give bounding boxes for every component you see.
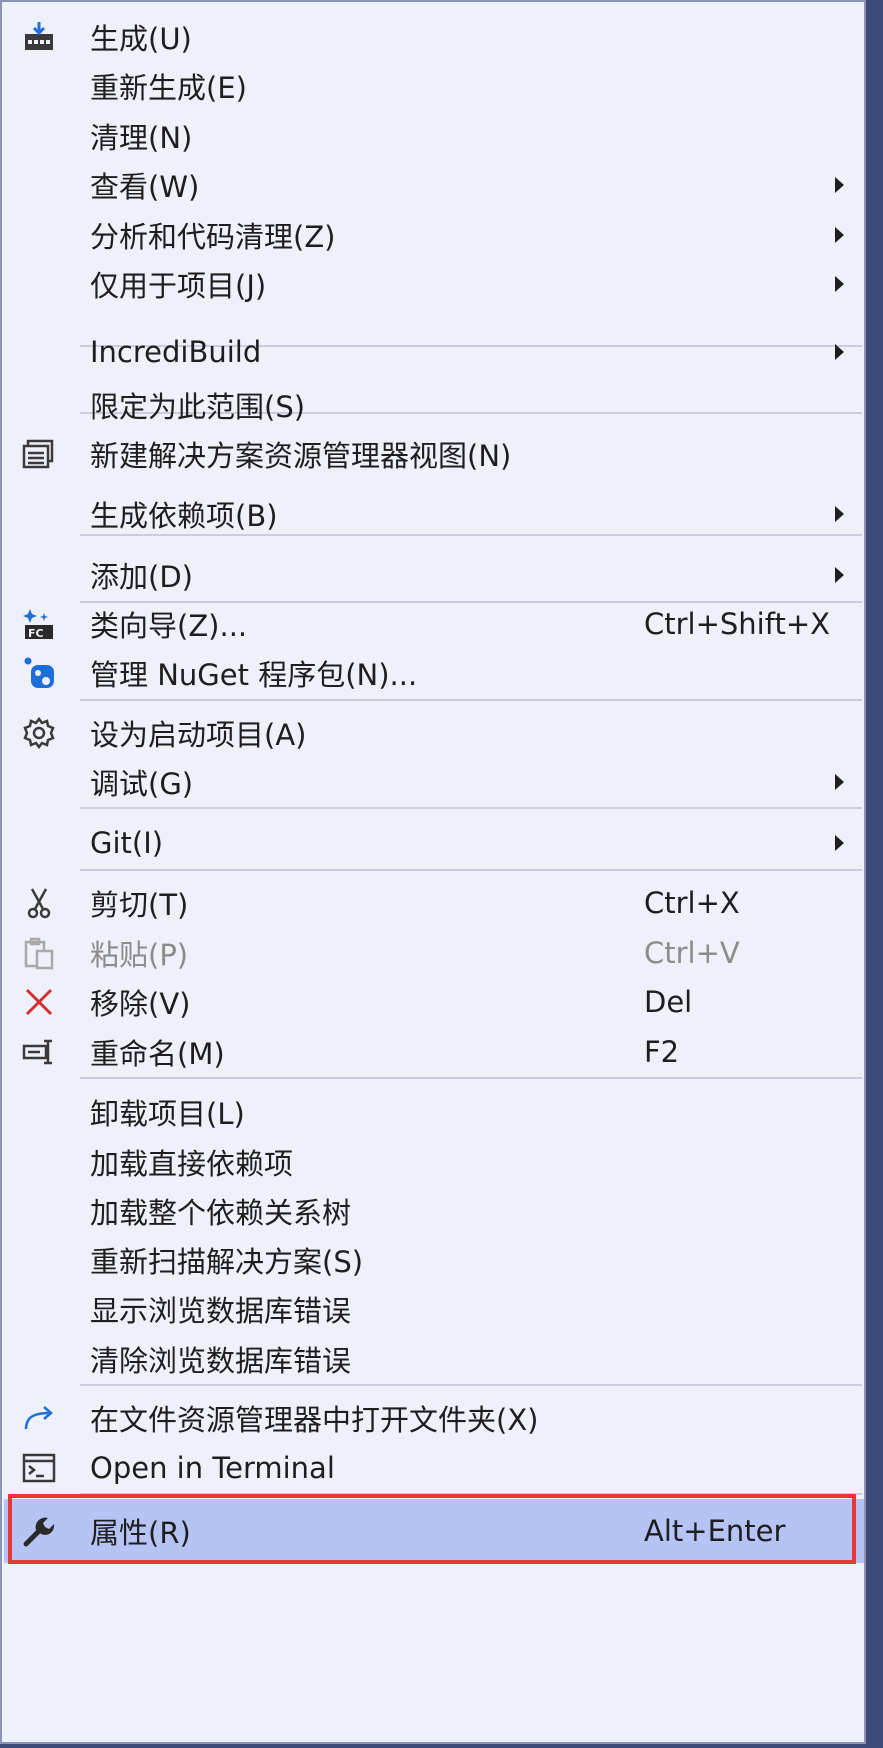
menu-item-new-solution-view[interactable]: 新建解决方案资源管理器视图(N) <box>4 428 864 480</box>
svg-text:FC: FC <box>28 627 44 640</box>
menu-item-rescan-solution[interactable]: 重新扫描解决方案(S) <box>4 1234 864 1286</box>
menu-item-load-direct-deps[interactable]: 加载直接依赖项 <box>4 1136 864 1188</box>
gear-icon <box>20 714 58 752</box>
menu-item-label: 属性(R) <box>90 1516 191 1550</box>
menu-item-label: 清除浏览数据库错误 <box>90 1344 352 1378</box>
menu-item-label: 设为启动项目(A) <box>90 718 307 752</box>
menu-item-manage-nuget[interactable]: 管理 NuGet 程序包(N)... <box>4 647 864 699</box>
menu-item-label: 类向导(Z)... <box>90 609 248 643</box>
menu-item-label: 重新扫描解决方案(S) <box>90 1245 364 1279</box>
menu-item-label: 加载直接依赖项 <box>90 1147 294 1181</box>
menu-item-show-browse-db-errors[interactable]: 显示浏览数据库错误 <box>4 1283 864 1335</box>
menu-item-label: 调试(G) <box>90 767 194 801</box>
menu-item-label: Open in Terminal <box>90 1451 335 1485</box>
menu-item-unload-project[interactable]: 卸载项目(L) <box>4 1086 864 1138</box>
menu-item-build[interactable]: 生成(U) <box>4 11 864 63</box>
menu-item-label: 生成依赖项(B) <box>90 499 278 533</box>
menu-separator <box>80 869 862 871</box>
menu-item-open-in-terminal[interactable]: Open in Terminal <box>4 1442 864 1494</box>
menu-item-class-wizard[interactable]: FC 类向导(Z)... Ctrl+Shift+X <box>4 598 864 650</box>
menu-item-open-in-explorer[interactable]: 在文件资源管理器中打开文件夹(X) <box>4 1392 864 1444</box>
menu-item-clean[interactable]: 清理(N) <box>4 110 864 162</box>
menu-item-label: 管理 NuGet 程序包(N)... <box>90 658 418 692</box>
submenu-arrow-icon <box>835 227 844 243</box>
menu-item-build-dependencies[interactable]: 生成依赖项(B) <box>4 488 864 540</box>
submenu-arrow-icon <box>835 344 844 360</box>
open-folder-arrow-icon <box>20 1399 58 1437</box>
menu-item-scope-to-this[interactable]: 限定为此范围(S) <box>4 379 864 431</box>
menu-item-rebuild[interactable]: 重新生成(E) <box>4 60 864 112</box>
menu-item-git[interactable]: Git(I) <box>4 817 864 869</box>
menu-separator <box>80 1384 862 1386</box>
menu-item-label: 重新生成(E) <box>90 71 247 105</box>
menu-item-label: 重命名(M) <box>90 1037 225 1071</box>
menu-separator <box>80 1077 862 1079</box>
menu-separator <box>80 1493 862 1495</box>
paste-icon <box>20 934 58 972</box>
menu-item-debug[interactable]: 调试(G) <box>4 756 864 808</box>
menu-item-label: 生成(U) <box>90 22 192 56</box>
menu-item-rename[interactable]: 重命名(M) F2 <box>4 1026 864 1078</box>
menu-separator <box>80 699 862 701</box>
menu-item-shortcut: Ctrl+X <box>644 886 740 920</box>
menu-separator <box>80 807 862 809</box>
menu-item-label: 加载整个依赖关系树 <box>90 1196 352 1230</box>
build-icon <box>20 18 58 56</box>
menu-item-label: 显示浏览数据库错误 <box>90 1294 352 1328</box>
menu-item-label: 粘贴(P) <box>90 938 189 972</box>
menu-item-label: 剪切(T) <box>90 888 189 922</box>
wrench-icon <box>20 1512 58 1550</box>
menu-item-shortcut: Ctrl+Shift+X <box>644 607 830 641</box>
submenu-arrow-icon <box>835 835 844 851</box>
menu-item-label: 移除(V) <box>90 987 191 1021</box>
context-menu: 生成(U) 重新生成(E) 清理(N) 查看(W) 分析和代码清理(Z) 仅用于… <box>0 0 866 1744</box>
terminal-icon <box>20 1449 58 1487</box>
menu-item-label: 卸载项目(L) <box>90 1097 245 1131</box>
menu-item-cut[interactable]: 剪切(T) Ctrl+X <box>4 877 864 929</box>
menu-item-paste[interactable]: 粘贴(P) Ctrl+V <box>4 927 864 979</box>
menu-item-view[interactable]: 查看(W) <box>4 159 864 211</box>
menu-item-label: 分析和代码清理(Z) <box>90 220 336 254</box>
menu-item-analyze[interactable]: 分析和代码清理(Z) <box>4 209 864 261</box>
menu-item-shortcut: Alt+Enter <box>644 1514 786 1548</box>
menu-item-label: 在文件资源管理器中打开文件夹(X) <box>90 1403 539 1437</box>
menu-item-properties[interactable]: 属性(R) Alt+Enter <box>4 1499 864 1563</box>
menu-item-add[interactable]: 添加(D) <box>4 549 864 601</box>
menu-item-label: 新建解决方案资源管理器视图(N) <box>90 439 512 473</box>
submenu-arrow-icon <box>835 567 844 583</box>
menu-item-label: Git(I) <box>90 826 164 860</box>
menu-item-label: 清理(N) <box>90 121 193 155</box>
menu-item-clear-browse-db-errors[interactable]: 清除浏览数据库错误 <box>4 1333 864 1385</box>
menu-item-set-startup[interactable]: 设为启动项目(A) <box>4 707 864 759</box>
class-wizard-icon: FC <box>20 605 58 643</box>
menu-item-label: 限定为此范围(S) <box>90 390 306 424</box>
submenu-arrow-icon <box>835 177 844 193</box>
menu-item-label: 查看(W) <box>90 170 200 204</box>
nuget-icon <box>20 654 58 692</box>
menu-item-shortcut: F2 <box>644 1035 680 1069</box>
menu-item-label: 仅用于项目(J) <box>90 269 267 303</box>
menu-item-incredibuild[interactable]: IncrediBuild <box>4 326 864 378</box>
menu-item-remove[interactable]: 移除(V) Del <box>4 976 864 1028</box>
menu-item-project-only[interactable]: 仅用于项目(J) <box>4 258 864 310</box>
menu-item-shortcut: Del <box>644 985 693 1019</box>
submenu-arrow-icon <box>835 506 844 522</box>
menu-item-label: IncrediBuild <box>90 335 262 369</box>
scissors-icon <box>20 884 58 922</box>
menu-item-shortcut: Ctrl+V <box>644 936 740 970</box>
submenu-arrow-icon <box>835 276 844 292</box>
remove-icon <box>20 983 58 1021</box>
menu-item-label: 添加(D) <box>90 560 193 594</box>
submenu-arrow-icon <box>835 774 844 790</box>
menu-item-load-dep-tree[interactable]: 加载整个依赖关系树 <box>4 1185 864 1237</box>
new-view-icon <box>20 435 58 473</box>
rename-icon <box>20 1033 58 1071</box>
